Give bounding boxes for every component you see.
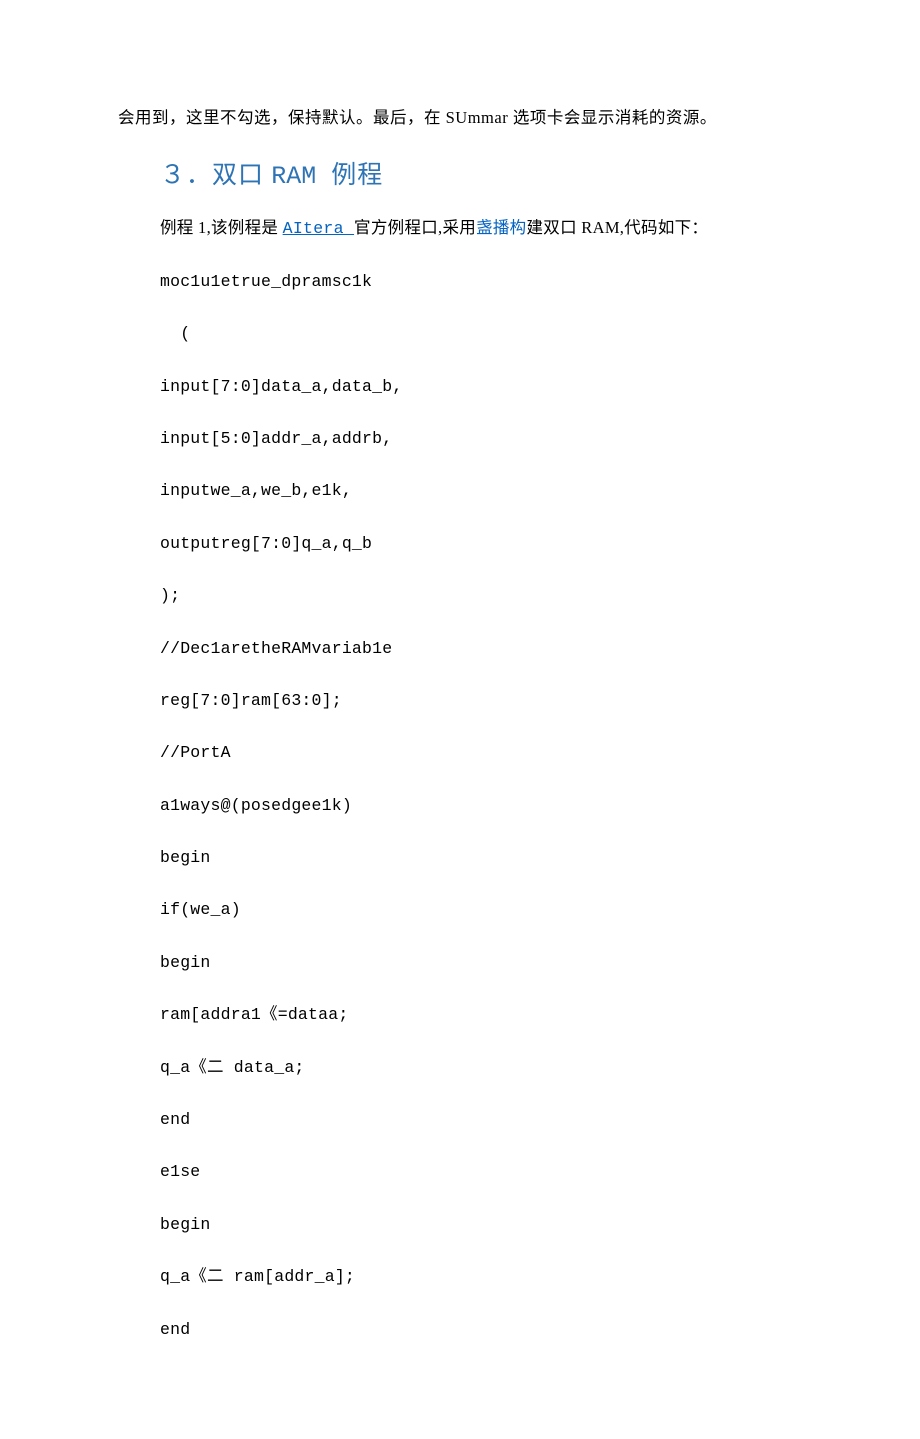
altera-link[interactable]: AItera <box>283 219 354 238</box>
code-line: //Dec1aretheRAMvariab1e <box>160 636 800 662</box>
code-line: moc1u1etrue_dpramsc1k <box>160 269 800 295</box>
code-line: end <box>160 1317 800 1343</box>
heading-number: ３．双口 <box>160 162 271 189</box>
para1-text-2: 官方例程口,采用 <box>354 218 476 237</box>
code-line: //PortA <box>160 740 800 766</box>
code-line: begin <box>160 1212 800 1238</box>
code-line: inputwe_a,we_b,e1k, <box>160 478 800 504</box>
heading-tail: 例程 <box>331 162 383 189</box>
code-line: outputreg[7:0]q_a,q_b <box>160 531 800 557</box>
code-line: ram[addra1《=dataa; <box>160 1002 800 1028</box>
structure-link[interactable]: 盏播构 <box>476 218 526 237</box>
code-line: end <box>160 1107 800 1133</box>
code-line: input[5:0]addr_a,addrb, <box>160 426 800 452</box>
intro-paragraph: 会用到，这里不勾选，保持默认。最后，在 SUmmar 选项卡会显示消耗的资源。 <box>118 105 800 131</box>
example-paragraph: 例程 1,该例程是 AItera 官方例程口,采用盏播构建双口 RAM,代码如下… <box>160 215 800 242</box>
document-page: 会用到，这里不勾选，保持默认。最后，在 SUmmar 选项卡会显示消耗的资源。 … <box>0 0 920 1439</box>
code-line: input[7:0]data_a,data_b, <box>160 374 800 400</box>
code-line: q_a《二 data_a; <box>160 1055 800 1081</box>
code-line: begin <box>160 845 800 871</box>
code-line: ( <box>160 321 800 347</box>
code-line: ); <box>160 583 800 609</box>
code-line: a1ways@(posedgee1k) <box>160 793 800 819</box>
code-line: if(we_a) <box>160 897 800 923</box>
section-heading: ３．双口 RAM 例程 <box>160 155 800 191</box>
code-line: reg[7:0]ram[63:0]; <box>160 688 800 714</box>
heading-mono: RAM <box>271 162 331 191</box>
para1-text-3: 建双口 RAM,代码如下： <box>526 218 708 237</box>
code-line: begin <box>160 950 800 976</box>
para1-text-1: 例程 1,该例程是 <box>160 218 283 237</box>
code-line: q_a《二 ram[addr_a]; <box>160 1264 800 1290</box>
code-block: moc1u1etrue_dpramsc1k ( input[7:0]data_a… <box>160 269 800 1343</box>
code-line: e1se <box>160 1159 800 1185</box>
